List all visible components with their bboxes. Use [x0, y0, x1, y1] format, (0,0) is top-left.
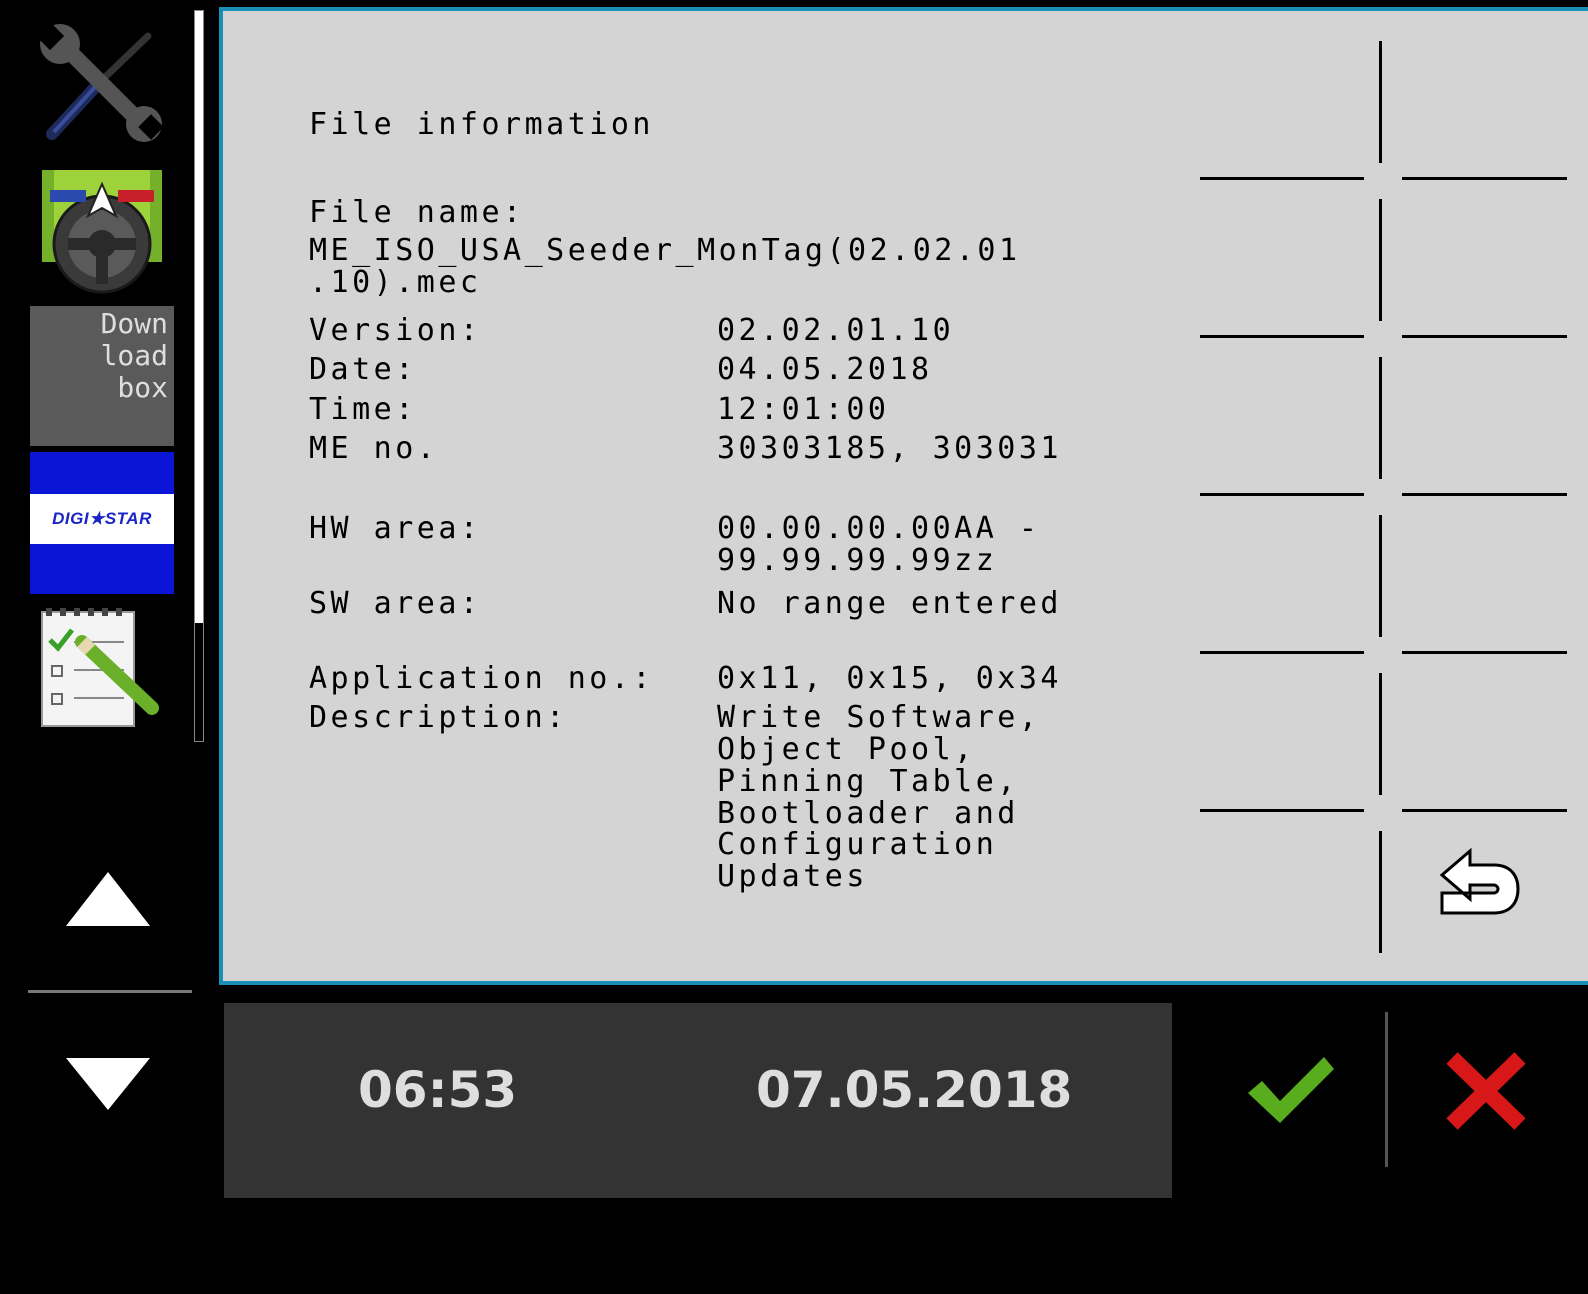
version-label: Version:: [309, 313, 482, 348]
sidebar-divider: [28, 990, 192, 993]
softkey-divider: [1379, 673, 1382, 795]
softkey-divider: [1402, 177, 1567, 180]
softkey-divider: [1379, 357, 1382, 479]
description-line: Bootloader and: [717, 796, 1019, 831]
sidebar: Down load box DIGI★STAR: [0, 0, 220, 1198]
download-box-tile[interactable]: Down load box: [30, 306, 174, 446]
date-value: 04.05.2018: [717, 352, 933, 387]
checklist-icon[interactable]: [30, 606, 174, 732]
page-title: File information: [309, 107, 654, 142]
softkey-divider: [1200, 335, 1364, 338]
softkey-divider: [1200, 493, 1364, 496]
softkey-divider: [1379, 515, 1382, 637]
time-label: Time:: [309, 392, 417, 427]
scroll-down-arrow-icon[interactable]: [64, 1056, 152, 1112]
confirm-checkmark-icon[interactable]: [1240, 1045, 1340, 1135]
me-no-value: 30303185, 303031: [717, 431, 1062, 466]
application-no-value: 0x11, 0x15, 0x34: [717, 661, 1062, 696]
digistar-logo: DIGI★STAR: [30, 494, 174, 544]
softkey-divider: [1402, 651, 1567, 654]
softkey-divider: [1200, 177, 1364, 180]
hw-area-line-1: 00.00.00.00AA -: [717, 511, 1041, 546]
clock-time: 06:53: [358, 1061, 518, 1119]
file-name-line-2: .10).mec: [309, 265, 482, 300]
clock-date: 07.05.2018: [756, 1061, 1073, 1119]
file-info-panel: File information File name: ME_ISO_USA_S…: [219, 7, 1588, 985]
description-line: Configuration: [717, 827, 998, 862]
softkey-divider: [1402, 493, 1567, 496]
scrollbar-thumb[interactable]: [195, 11, 203, 623]
steering-wheel-icon[interactable]: [30, 168, 174, 296]
scroll-up-arrow-icon[interactable]: [64, 870, 152, 928]
softkey-grid: [1198, 11, 1588, 981]
back-return-icon[interactable]: [1434, 829, 1526, 921]
softkey-divider: [1200, 651, 1364, 654]
application-no-label: Application no.:: [309, 661, 654, 696]
status-bar: 06:53 07.05.2018: [224, 1003, 1172, 1198]
tools-icon[interactable]: [30, 18, 174, 148]
cancel-x-icon[interactable]: [1440, 1050, 1530, 1132]
digistar-tile[interactable]: DIGI★STAR: [30, 452, 174, 594]
sw-area-label: SW area:: [309, 586, 482, 621]
softkey-divider: [1379, 831, 1382, 953]
me-no-label: ME no.: [309, 431, 439, 466]
description-line: Pinning Table,: [717, 764, 1019, 799]
description-line: Object Pool,: [717, 732, 976, 767]
softkey-divider: [1402, 809, 1567, 812]
hw-area-label: HW area:: [309, 511, 482, 546]
date-label: Date:: [309, 352, 417, 387]
button-divider: [1385, 1012, 1388, 1167]
description-label: Description:: [309, 700, 568, 735]
sw-area-value: No range entered: [717, 586, 1062, 621]
description-line: Updates: [717, 859, 868, 894]
time-value: 12:01:00: [717, 392, 890, 427]
file-name-label: File name:: [309, 195, 525, 230]
softkey-divider: [1200, 809, 1364, 812]
sidebar-scrollbar[interactable]: [194, 10, 204, 742]
description-line: Write Software,: [717, 700, 1041, 735]
file-name-line-1: ME_ISO_USA_Seeder_MonTag(02.02.01: [309, 233, 1021, 268]
version-value: 02.02.01.10: [717, 313, 955, 348]
hw-area-line-2: 99.99.99.99zz: [717, 543, 998, 578]
softkey-divider: [1402, 335, 1567, 338]
softkey-divider: [1379, 199, 1382, 321]
softkey-divider: [1379, 41, 1382, 163]
